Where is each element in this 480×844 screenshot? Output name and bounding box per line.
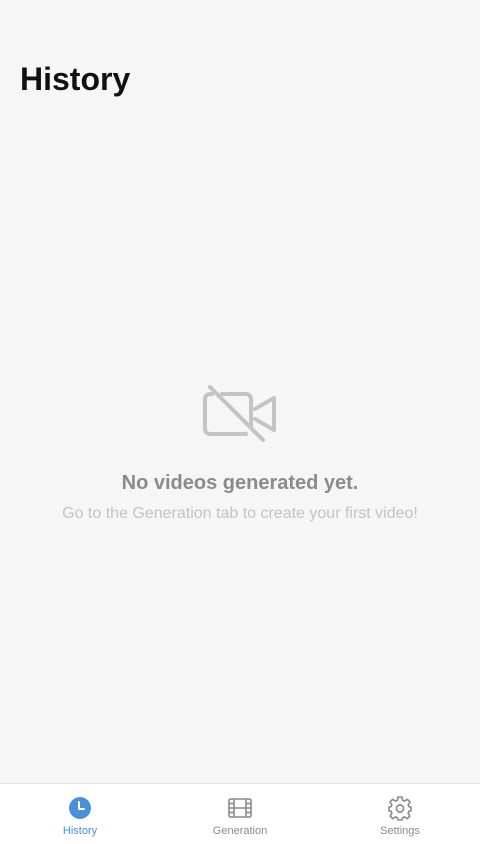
tab-history[interactable]: History <box>0 784 160 844</box>
film-icon <box>228 798 252 818</box>
bottom-tab-bar: History Generation Settings <box>0 783 480 844</box>
gear-icon <box>388 796 412 821</box>
empty-state: No videos generated yet. Go to the Gener… <box>0 384 480 523</box>
tab-settings-label: Settings <box>380 825 420 837</box>
video-off-icon <box>203 385 276 442</box>
page-title: History <box>20 61 131 97</box>
tab-history-label: History <box>62 825 98 837</box>
history-screen: History No videos generated yet. Go to t… <box>0 0 480 844</box>
clock-icon <box>69 797 91 819</box>
tab-generation-label: Generation <box>212 825 268 837</box>
tab-generation[interactable]: Generation <box>160 784 320 844</box>
empty-state-subtitle: Go to the Generation tab to create your … <box>62 505 418 522</box>
empty-state-title: No videos generated yet. <box>121 472 359 494</box>
tab-settings[interactable]: Settings <box>320 784 480 844</box>
